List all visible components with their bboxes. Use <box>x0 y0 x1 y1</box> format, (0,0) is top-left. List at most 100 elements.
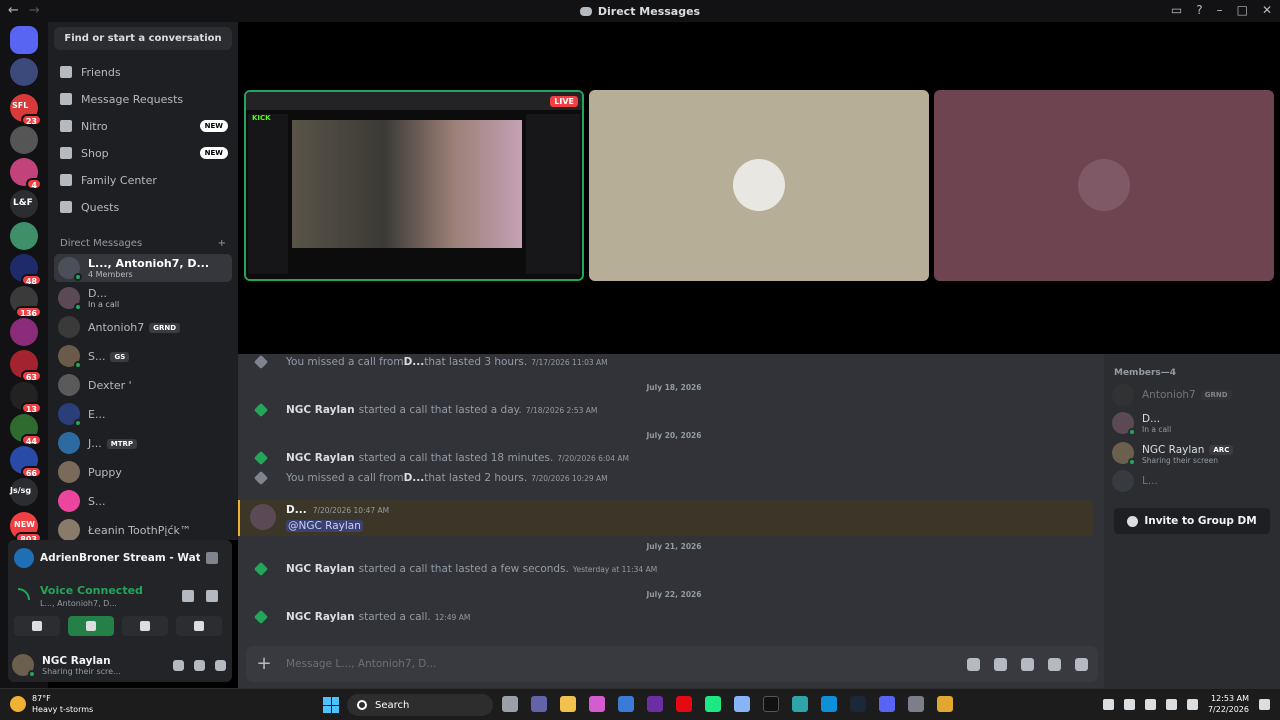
disconnect-icon[interactable] <box>206 590 218 602</box>
attach-plus-icon[interactable]: + <box>256 655 272 673</box>
nav-family-center[interactable]: Family Center <box>54 167 232 193</box>
dm-item[interactable]: Puppy <box>54 458 232 486</box>
maximize-icon[interactable]: □ <box>1237 3 1248 17</box>
server-icon[interactable]: 4 <box>10 158 42 190</box>
message-composer[interactable]: + Message L..., Antonioh7, D... <box>246 646 1098 682</box>
mention-message[interactable]: D... 7/20/2026 10:47 AM @NGC Raylan <box>238 500 1093 536</box>
notification-icon[interactable] <box>1259 698 1270 710</box>
clock[interactable]: 12:53 AM 7/22/2026 <box>1208 693 1249 715</box>
steam-icon[interactable] <box>850 696 866 712</box>
server-icon[interactable] <box>10 126 38 154</box>
dm-item[interactable]: Łeanin ToothPįćk™ <box>54 516 232 540</box>
home-button[interactable] <box>10 26 38 54</box>
find-conversation-button[interactable]: Find or start a conversation <box>54 27 232 50</box>
minimize-icon[interactable]: – <box>1217 3 1223 17</box>
store-icon[interactable] <box>618 696 634 712</box>
soundboard-button[interactable] <box>176 616 222 636</box>
close-icon[interactable]: ✕ <box>1262 3 1272 17</box>
stream-tile[interactable]: KICK LIVE <box>244 90 584 281</box>
nav-nitro[interactable]: Nitro NEW <box>54 113 232 139</box>
message-author[interactable]: D... <box>286 504 307 516</box>
inbox-icon[interactable]: ▭ <box>1171 3 1182 17</box>
volume-icon[interactable] <box>1165 698 1177 710</box>
entry-name[interactable]: NGC Raylan <box>286 404 355 416</box>
server-icon[interactable]: 136 <box>10 286 42 318</box>
copilot-icon[interactable] <box>589 696 605 712</box>
invite-to-group-button[interactable]: Invite to Group DM <box>1114 508 1270 534</box>
teams-icon[interactable] <box>531 696 547 712</box>
emoji-icon[interactable] <box>1048 657 1061 671</box>
tiktok-icon[interactable] <box>763 696 779 712</box>
dm-item[interactable]: L..., Antonioh7, D... 4 Members <box>54 254 232 282</box>
entry-name[interactable]: NGC Raylan <box>286 611 355 623</box>
camera-button[interactable] <box>14 616 60 636</box>
dm-item[interactable]: S... GS <box>54 342 232 370</box>
activities-button[interactable] <box>122 616 168 636</box>
apps-icon[interactable] <box>1075 657 1088 671</box>
photos-icon[interactable] <box>734 696 750 712</box>
server-icon[interactable] <box>10 58 38 86</box>
gear-icon[interactable] <box>215 659 226 671</box>
network-icon[interactable] <box>1144 698 1156 710</box>
task-view-icon[interactable] <box>502 696 518 712</box>
member-item[interactable]: D... In a call <box>1112 410 1272 436</box>
microphone-icon[interactable] <box>1123 698 1135 710</box>
screen-share-button[interactable] <box>68 616 114 636</box>
server-icon[interactable]: SFL 23 <box>10 94 42 126</box>
entry-name[interactable]: D... <box>404 472 425 484</box>
nav-friends[interactable]: Friends <box>54 59 232 85</box>
netflix-icon[interactable] <box>676 696 692 712</box>
server-icon[interactable]: 13 <box>10 382 42 414</box>
dm-item[interactable]: D... In a call <box>54 284 232 312</box>
dm-item[interactable]: E... <box>54 400 232 428</box>
dm-item[interactable]: Antonioh7 GRND <box>54 313 232 341</box>
discord-taskbar-icon[interactable] <box>879 696 895 712</box>
gif-icon[interactable] <box>994 657 1007 671</box>
user-mention[interactable]: @NGC Raylan <box>286 520 363 532</box>
settings-icon[interactable] <box>908 696 924 712</box>
avatar[interactable] <box>250 504 276 530</box>
server-icon[interactable]: NEW803 <box>10 512 42 544</box>
twitch-icon[interactable] <box>647 696 663 712</box>
participant-tile[interactable] <box>934 90 1274 281</box>
taskbar-search[interactable]: Search <box>347 694 493 716</box>
member-item[interactable]: NGC Raylan ARC Sharing their screen <box>1112 440 1272 466</box>
user-info[interactable]: NGC Raylan Sharing their scre... <box>42 655 121 676</box>
file-explorer-icon[interactable] <box>560 696 576 712</box>
noise-suppression-icon[interactable] <box>182 590 194 602</box>
stop-stream-icon[interactable] <box>206 552 218 564</box>
server-icon[interactable] <box>10 318 38 346</box>
server-icon[interactable] <box>10 222 38 250</box>
edge-icon[interactable] <box>821 696 837 712</box>
voice-status[interactable]: Voice Connected <box>16 584 143 597</box>
member-item[interactable]: L... <box>1112 468 1272 494</box>
member-item[interactable]: Antonioh7 GRND <box>1112 382 1272 408</box>
headphones-icon[interactable] <box>194 659 205 671</box>
nav-quests[interactable]: Quests <box>54 194 232 220</box>
stream-activity[interactable]: AdrienBroner Stream - Watch Li... <box>14 548 226 568</box>
server-icon[interactable]: 48 <box>10 254 42 286</box>
server-icon[interactable]: Js/sg <box>10 478 38 506</box>
entry-name[interactable]: D... <box>404 356 425 368</box>
message-input[interactable]: Message L..., Antonioh7, D... <box>286 658 436 670</box>
app-icon[interactable] <box>792 696 808 712</box>
sticker-icon[interactable] <box>1021 657 1034 671</box>
nav-shop[interactable]: Shop NEW <box>54 140 232 166</box>
create-dm-button[interactable]: + <box>218 238 226 249</box>
server-icon[interactable]: 66 <box>10 446 42 478</box>
participant-tile[interactable] <box>589 90 929 281</box>
gift-icon[interactable] <box>967 657 980 671</box>
weather-widget[interactable]: 87°F Heavy t-storms <box>10 693 93 715</box>
chevron-up-icon[interactable] <box>1102 698 1114 710</box>
server-icon[interactable]: 44 <box>10 414 42 446</box>
server-icon[interactable]: 63 <box>10 350 42 382</box>
nav-message-requests[interactable]: Message Requests <box>54 86 232 112</box>
battery-icon[interactable] <box>1186 698 1198 710</box>
entry-name[interactable]: NGC Raylan <box>286 452 355 464</box>
microphone-icon[interactable] <box>173 659 184 671</box>
dm-item[interactable]: J... MTRP <box>54 429 232 457</box>
app-icon[interactable] <box>937 696 953 712</box>
windows-start-icon[interactable] <box>323 697 339 713</box>
entry-name[interactable]: NGC Raylan <box>286 563 355 575</box>
dm-item[interactable]: S... <box>54 487 232 515</box>
